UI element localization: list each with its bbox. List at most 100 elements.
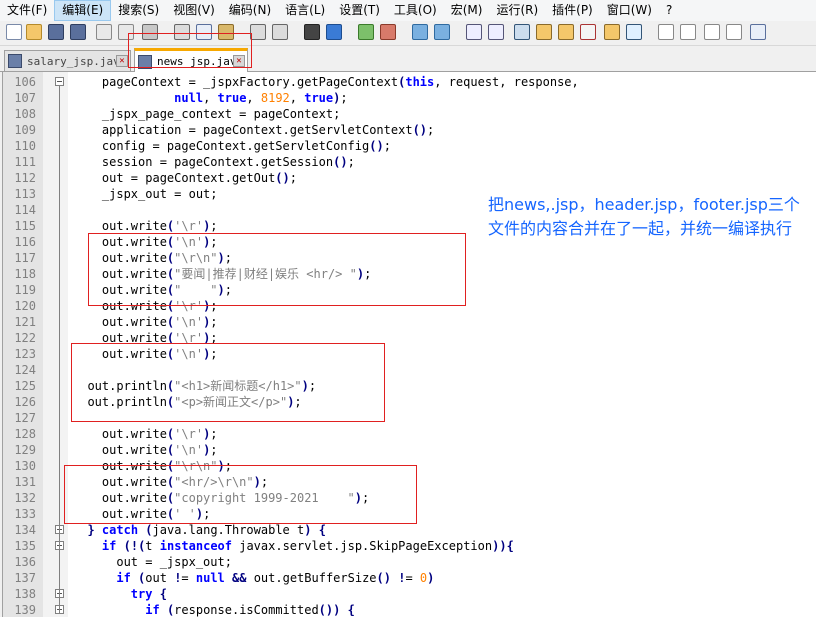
function-list-icon[interactable] xyxy=(580,24,596,40)
zoom-in-icon[interactable] xyxy=(358,24,374,40)
line-number: 117 xyxy=(14,251,36,265)
line-number: 124 xyxy=(14,363,36,377)
code-line[interactable]: 137 if (out != null && out.getBufferSize… xyxy=(3,570,815,586)
save-all-icon[interactable] xyxy=(70,24,86,40)
code-line[interactable]: 109 application = pageContext.getServlet… xyxy=(3,122,815,138)
line-number: 114 xyxy=(14,203,36,217)
code-line[interactable]: 129 out.write('\n'); xyxy=(3,442,815,458)
highlight-box-header xyxy=(88,233,466,306)
menu-item[interactable]: 视图(V) xyxy=(166,0,222,21)
udl-icon[interactable] xyxy=(536,24,552,40)
highlight-box-tab xyxy=(128,33,252,68)
line-number: 134 xyxy=(14,523,36,537)
line-number: 108 xyxy=(14,107,36,121)
code-text: _jspx_out = out; xyxy=(73,187,218,201)
monitor-icon[interactable] xyxy=(626,24,642,40)
line-number: 111 xyxy=(14,155,36,169)
replace-icon[interactable] xyxy=(326,24,342,40)
menu-item[interactable]: 插件(P) xyxy=(545,0,600,21)
code-text: } catch (java.lang.Throwable t) { xyxy=(87,523,326,537)
line-number: 127 xyxy=(14,411,36,425)
fold-toggle-icon[interactable] xyxy=(55,77,64,86)
tab-label: salary_jsp.java xyxy=(27,54,127,68)
line-number: 131 xyxy=(14,475,36,489)
menu-item[interactable]: 设置(T) xyxy=(332,0,387,21)
tab-bar: salary_jsp.java ✕ news_jsp.java ✕ xyxy=(0,46,816,72)
highlight-box-footer xyxy=(64,465,417,524)
code-line[interactable]: 111 session = pageContext.getSession(); xyxy=(3,154,815,170)
code-text: out.write('\r'); xyxy=(73,427,218,441)
code-text: out.write('\n'); xyxy=(73,443,218,457)
menu-item[interactable]: 文件(F) xyxy=(0,0,54,21)
line-number: 139 xyxy=(14,603,36,617)
menu-item[interactable]: ? xyxy=(659,0,679,21)
code-text: application = pageContext.getServletCont… xyxy=(73,123,435,137)
menu-item[interactable]: 窗口(W) xyxy=(600,0,659,21)
stop-icon[interactable] xyxy=(680,24,696,40)
code-line[interactable]: 135 if (!(t instanceof javax.servlet.jsp… xyxy=(3,538,815,554)
folder-workspace-icon[interactable] xyxy=(604,24,620,40)
menu-item[interactable]: 语言(L) xyxy=(278,0,332,21)
line-number: 125 xyxy=(14,379,36,393)
code-line[interactable]: 139 if (response.isCommitted()) { xyxy=(3,602,815,617)
tab-salary-jsp[interactable]: salary_jsp.java ✕ xyxy=(4,50,131,71)
code-line[interactable]: 107 null, true, 8192, true); xyxy=(3,90,815,106)
code-line[interactable]: 138 try { xyxy=(3,586,815,602)
code-line[interactable]: 110 config = pageContext.getServletConfi… xyxy=(3,138,815,154)
line-number: 128 xyxy=(14,427,36,441)
line-number: 118 xyxy=(14,267,36,281)
code-text: out = pageContext.getOut(); xyxy=(73,171,297,185)
doc-map-icon[interactable] xyxy=(558,24,574,40)
save-icon[interactable] xyxy=(48,24,64,40)
fold-guide-line xyxy=(59,86,60,614)
sync-h-icon[interactable] xyxy=(434,24,450,40)
toolbar xyxy=(0,21,816,46)
menu-item[interactable]: 宏(M) xyxy=(444,0,490,21)
indent-guide-icon[interactable] xyxy=(514,24,530,40)
code-line[interactable]: 108 _jspx_page_context = pageContext; xyxy=(3,106,815,122)
line-number: 109 xyxy=(14,123,36,137)
code-line[interactable]: 136 out = _jspx_out; xyxy=(3,554,815,570)
line-number: 112 xyxy=(14,171,36,185)
code-text: if (response.isCommitted()) { xyxy=(145,603,355,617)
line-number: 130 xyxy=(14,459,36,473)
redo-icon[interactable] xyxy=(272,24,288,40)
menu-item[interactable]: 编码(N) xyxy=(222,0,278,21)
undo-icon[interactable] xyxy=(250,24,266,40)
sync-v-icon[interactable] xyxy=(412,24,428,40)
show-all-chars-icon[interactable] xyxy=(488,24,504,40)
annotation-note: 把news,.jsp，header.jsp，footer.jsp三个文件的内容合… xyxy=(488,195,800,238)
code-line[interactable]: 128 out.write('\r'); xyxy=(3,426,815,442)
close-icon[interactable]: ✕ xyxy=(116,55,128,67)
play-icon[interactable] xyxy=(704,24,720,40)
line-number: 106 xyxy=(14,75,36,89)
menu-item[interactable]: 工具(O) xyxy=(387,0,444,21)
line-number: 110 xyxy=(14,139,36,153)
code-text: pageContext = _jspxFactory.getPageContex… xyxy=(73,75,579,89)
line-number: 132 xyxy=(14,491,36,505)
menu-item[interactable]: 运行(R) xyxy=(489,0,545,21)
code-text: config = pageContext.getServletConfig(); xyxy=(73,139,391,153)
new-file-icon[interactable] xyxy=(6,24,22,40)
code-line[interactable]: 112 out = pageContext.getOut(); xyxy=(3,170,815,186)
open-file-icon[interactable] xyxy=(26,24,42,40)
menu-item[interactable]: 搜索(S) xyxy=(111,0,166,21)
code-line[interactable]: 121 out.write('\n'); xyxy=(3,314,815,330)
line-number: 126 xyxy=(14,395,36,409)
play-multiple-icon[interactable] xyxy=(726,24,742,40)
find-icon[interactable] xyxy=(304,24,320,40)
zoom-out-icon[interactable] xyxy=(380,24,396,40)
menu-item[interactable]: 编辑(E) xyxy=(54,0,112,21)
code-line[interactable]: 134 } catch (java.lang.Throwable t) { xyxy=(3,522,815,538)
close-icon[interactable] xyxy=(96,24,112,40)
code-text: session = pageContext.getSession(); xyxy=(73,155,355,169)
word-wrap-icon[interactable] xyxy=(466,24,482,40)
code-text: if (!(t instanceof javax.servlet.jsp.Ski… xyxy=(101,539,514,553)
code-line[interactable]: 106 pageContext = _jspxFactory.getPageCo… xyxy=(3,74,815,90)
record-icon[interactable] xyxy=(658,24,674,40)
save-macro-icon[interactable] xyxy=(750,24,766,40)
line-number: 107 xyxy=(14,91,36,105)
line-number: 119 xyxy=(14,283,36,297)
line-number: 138 xyxy=(14,587,36,601)
line-number: 136 xyxy=(14,555,36,569)
